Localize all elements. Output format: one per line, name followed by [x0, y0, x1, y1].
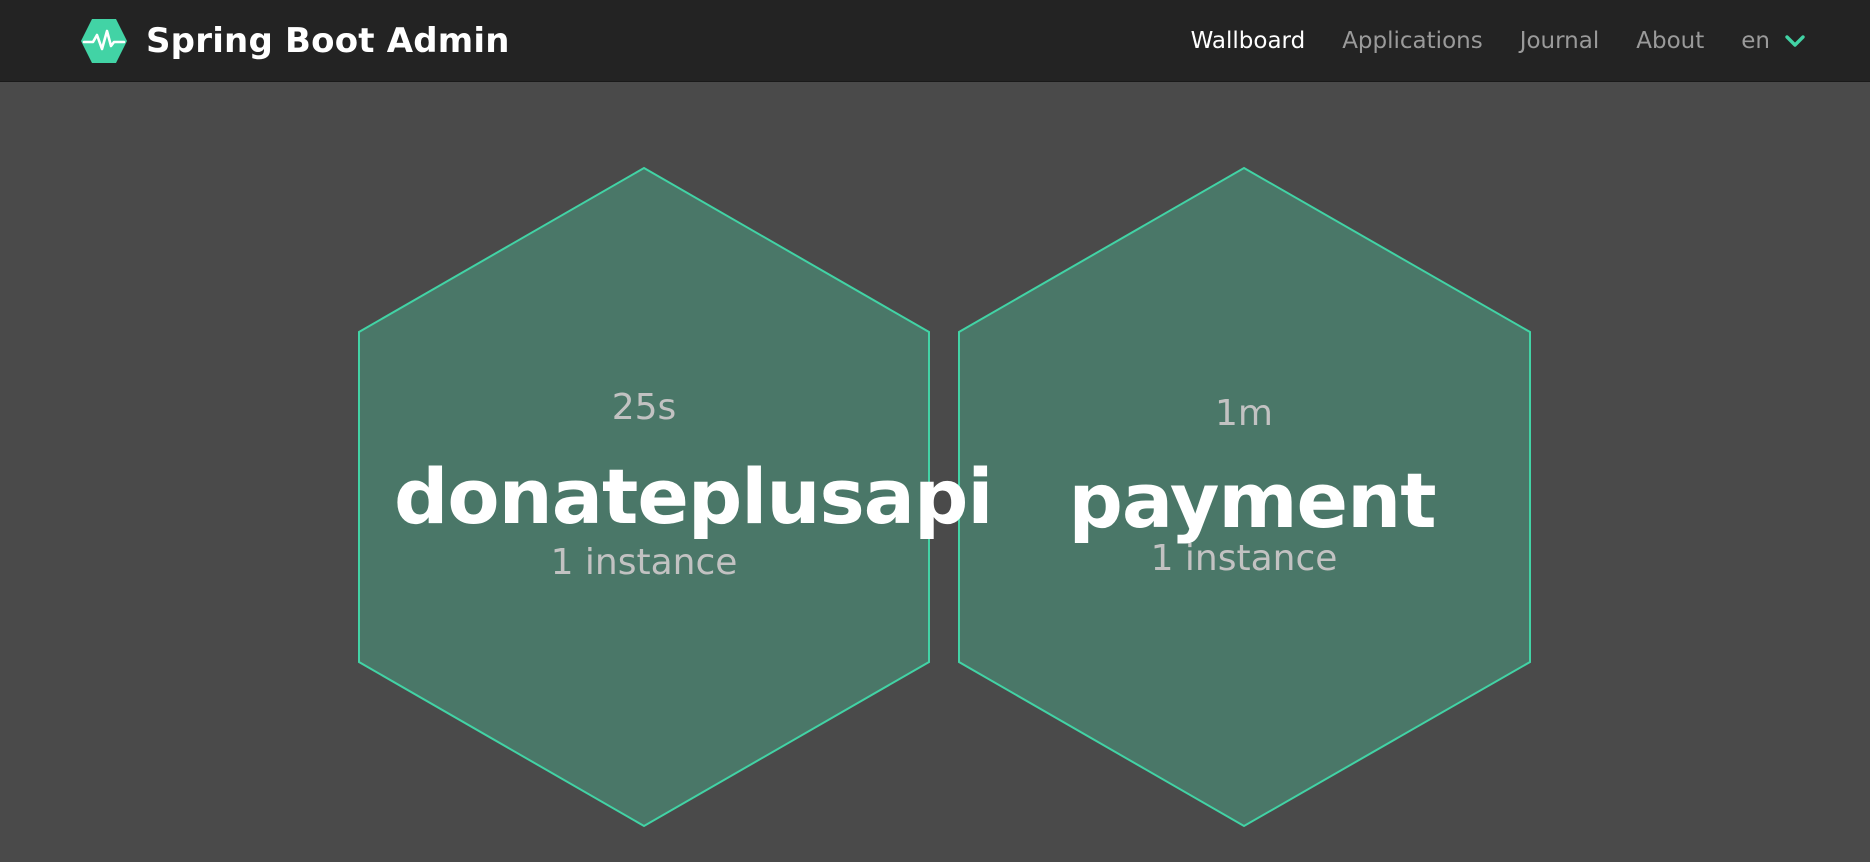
brand-link[interactable]: Spring Boot Admin — [80, 18, 510, 64]
chevron-down-icon — [1785, 35, 1805, 47]
heartbeat-hexagon-icon — [81, 19, 127, 63]
application-hexagon-donateplusapi[interactable] — [358, 166, 930, 828]
wallboard: 25s donateplusapi 1 instance 1m payment … — [0, 82, 1870, 862]
application-hexagon-payment[interactable] — [958, 166, 1531, 828]
nav-applications[interactable]: Applications — [1342, 28, 1483, 54]
hexagon-grid — [358, 166, 1531, 828]
nav-wallboard[interactable]: Wallboard — [1191, 28, 1306, 54]
brand-title: Spring Boot Admin — [146, 21, 510, 61]
navbar: Spring Boot Admin Wallboard Applications… — [0, 0, 1870, 82]
nav-about[interactable]: About — [1636, 28, 1704, 54]
language-selector[interactable]: en — [1741, 28, 1806, 54]
top-nav: Wallboard Applications Journal About en — [1154, 0, 1806, 82]
language-label: en — [1741, 28, 1770, 54]
nav-journal[interactable]: Journal — [1520, 28, 1600, 54]
